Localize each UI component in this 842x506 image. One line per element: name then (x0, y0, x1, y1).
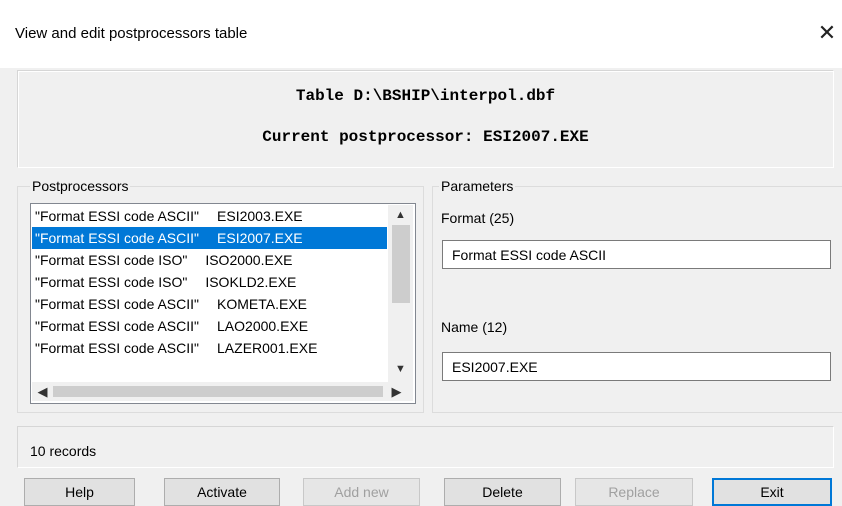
table-path-text: Table D:\BSHIP\interpol.dbf (295, 87, 556, 105)
window-title: View and edit postprocessors table (15, 25, 248, 42)
list-item-format: "Format ESSI code ISO" (35, 252, 188, 268)
list-item-name: ESI2007.EXE (217, 230, 303, 246)
list-item[interactable]: "Format ESSI code ISO" ISO2000.EXE (32, 249, 387, 271)
scroll-down-icon[interactable]: ▼ (388, 361, 413, 378)
list-item-format: "Format ESSI code ASCII" (35, 208, 200, 224)
record-count: 10 records (30, 443, 97, 459)
vertical-scroll-thumb[interactable] (392, 225, 410, 303)
postprocessors-list: "Format ESSI code ASCII" ESI2003.EXE "Form… (32, 205, 387, 382)
list-item-format: "Format ESSI code ASCII" (35, 230, 200, 246)
postprocessors-group-label: Postprocessors (30, 178, 131, 194)
list-item-name: ISO2000.EXE (205, 252, 293, 268)
list-item-name: KOMETA.EXE (217, 296, 307, 312)
header-panel: Table D:\BSHIP\interpol.dbf Current post… (17, 70, 834, 168)
help-button[interactable]: Help (24, 478, 135, 506)
postprocessors-listbox[interactable]: "Format ESSI code ASCII" ESI2003.EXE "Form… (30, 203, 416, 404)
scroll-up-icon[interactable]: ▲ (388, 205, 413, 222)
list-item[interactable]: "Format ESSI code ASCII" ESI2007.EXE (32, 227, 387, 249)
list-item[interactable]: "Format ESSI code ASCII" LAZER001.EXE (32, 337, 387, 359)
list-item-name: ISOKLD2.EXE (205, 274, 297, 290)
list-item[interactable]: "Format ESSI code ASCII" ESI2003.EXE (32, 205, 387, 227)
horizontal-scrollbar[interactable]: ◀ ▶ (32, 382, 413, 401)
format-label: Format (25) (441, 210, 515, 226)
format-field[interactable]: Format ESSI code ASCII (442, 240, 831, 269)
name-field[interactable]: ESI2007.EXE (442, 352, 831, 381)
list-item-name: LAO2000.EXE (217, 318, 309, 334)
list-item[interactable]: "Format ESSI code ASCII" KOMETA.EXE (32, 293, 387, 315)
list-item-format: "Format ESSI code ISO" (35, 274, 188, 290)
list-item-name: ESI2003.EXE (217, 208, 303, 224)
name-label: Name (12) (441, 319, 508, 335)
list-item-format: "Format ESSI code ASCII" (35, 318, 200, 334)
title-bar: View and edit postprocessors table ✕ (0, 0, 842, 68)
add-new-button[interactable]: Add new (303, 478, 420, 506)
list-item-name: LAZER001.EXE (217, 340, 318, 356)
scroll-left-icon[interactable]: ◀ (34, 382, 51, 401)
delete-button[interactable]: Delete (444, 478, 561, 506)
list-item[interactable]: "Format ESSI code ASCII" LAO2000.EXE (32, 315, 387, 337)
list-item-format: "Format ESSI code ASCII" (35, 340, 200, 356)
parameters-group-label: Parameters (439, 178, 516, 194)
close-icon[interactable]: ✕ (812, 14, 842, 52)
exit-button[interactable]: Exit (712, 478, 832, 506)
list-item-format: "Format ESSI code ASCII" (35, 296, 200, 312)
scroll-right-icon[interactable]: ▶ (388, 382, 405, 401)
list-item[interactable]: "Format ESSI code ISO" ISOKLD2.EXE (32, 271, 387, 293)
current-postprocessor-text: Current postprocessor: ESI2007.EXE (262, 128, 589, 146)
vertical-scrollbar[interactable]: ▲ ▼ (388, 205, 413, 382)
status-panel: 10 records (17, 426, 834, 468)
activate-button[interactable]: Activate (164, 478, 280, 506)
horizontal-scroll-thumb[interactable] (53, 386, 383, 397)
replace-button[interactable]: Replace (575, 478, 693, 506)
